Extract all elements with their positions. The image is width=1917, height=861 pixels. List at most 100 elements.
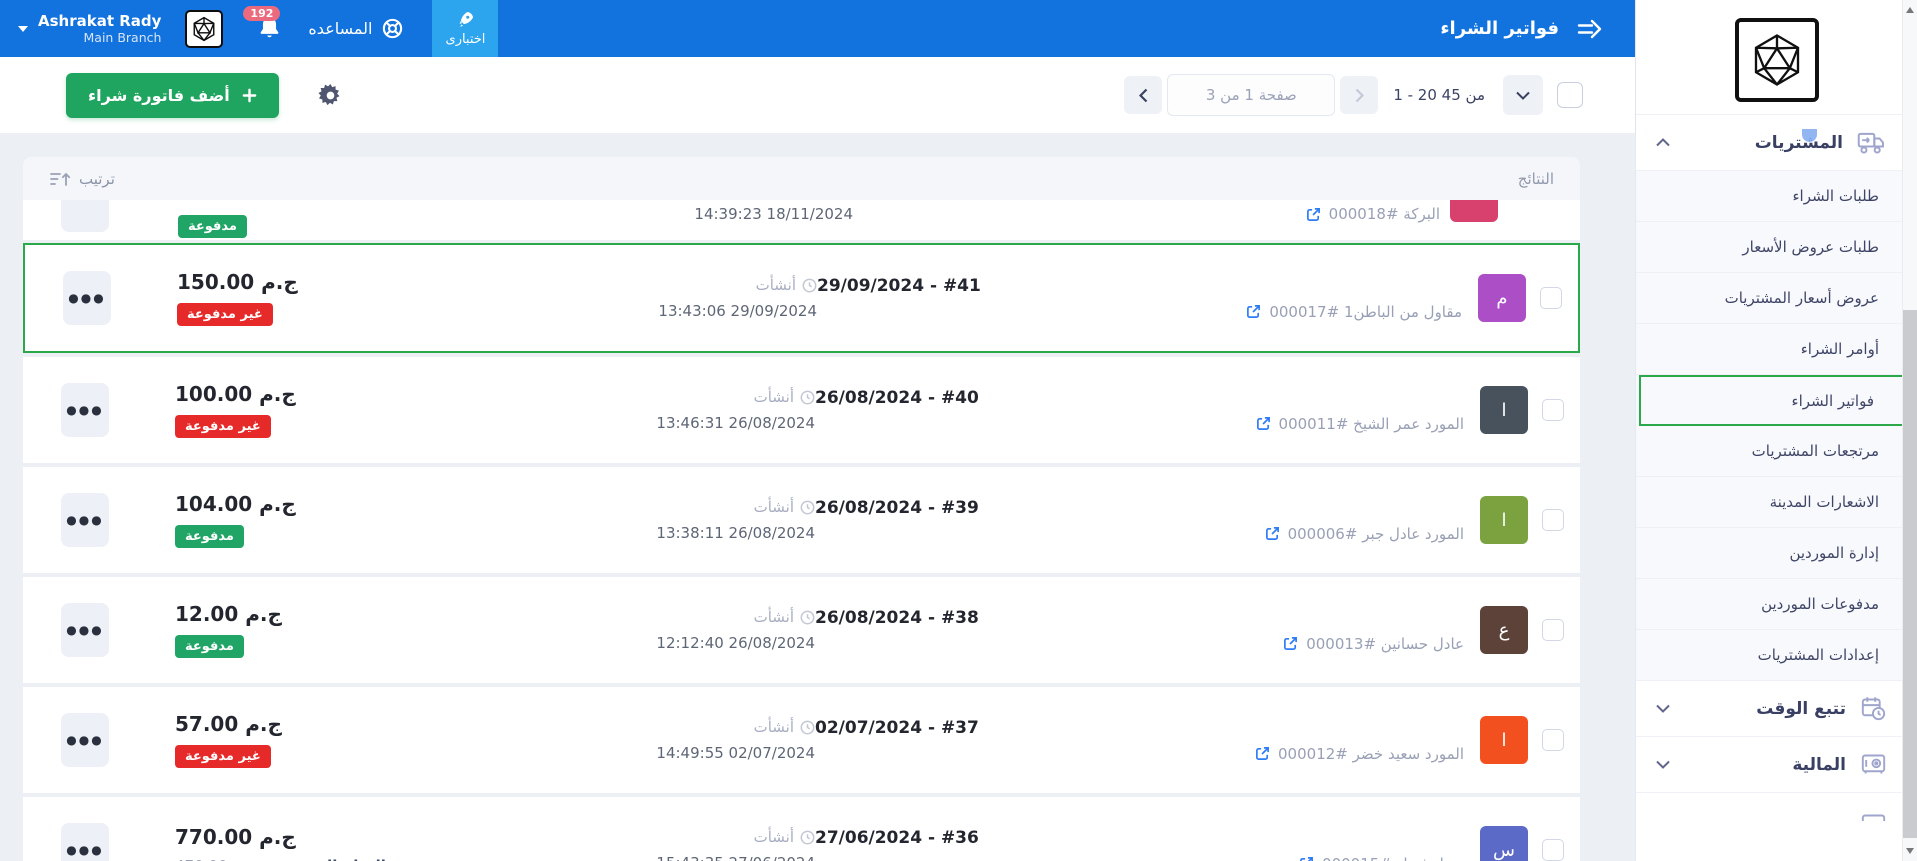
chevron-down-icon bbox=[1656, 760, 1670, 769]
row-checkbox[interactable] bbox=[1542, 619, 1564, 641]
row-actions-button[interactable] bbox=[61, 200, 109, 232]
user-menu[interactable]: Ashrakat Rady Main Branch bbox=[18, 12, 161, 45]
supplier-link[interactable]: المورد سعيد خضر #000012 bbox=[815, 745, 1464, 763]
sidebar-section-time-tracking[interactable]: تتبع الوقت bbox=[1636, 681, 1917, 737]
scrollbar-down-arrow-icon[interactable] bbox=[1906, 848, 1914, 854]
previous-page-button[interactable] bbox=[1124, 76, 1163, 114]
page-scrollbar[interactable] bbox=[1902, 0, 1917, 861]
created-time: 14:49:55 02/07/2024 bbox=[656, 744, 815, 762]
page-indicator[interactable]: صفحة 1 من 3 bbox=[1167, 74, 1336, 116]
due-amount-label: المبلغ المستحق: bbox=[265, 857, 386, 861]
row-checkbox[interactable] bbox=[1540, 287, 1562, 309]
created-time: 14:39:23 18/11/2024 bbox=[694, 205, 853, 223]
bulk-actions-dropdown[interactable] bbox=[1503, 75, 1543, 115]
external-link-icon bbox=[1256, 417, 1270, 430]
row-actions-button[interactable]: ●●● bbox=[61, 823, 109, 861]
invoice-row-40[interactable]: ا 26/08/2024 - #40 المورد عمر الشيخ #000… bbox=[23, 357, 1580, 463]
avatar: س bbox=[1480, 826, 1528, 861]
sidebar-item-debit-notes[interactable]: الاشعارات المدينة bbox=[1636, 477, 1917, 528]
sidebar-item-purchase-orders[interactable]: أوامر الشراء bbox=[1636, 324, 1917, 375]
safe-icon bbox=[1860, 751, 1887, 778]
row-actions-button[interactable]: ●●● bbox=[61, 383, 109, 437]
invoice-row-37[interactable]: ا 02/07/2024 - #37 المورد سعيد خضر #0000… bbox=[23, 687, 1580, 793]
invoice-info: 29/09/2024 - #41 مقاول من الباطن1 #00001… bbox=[817, 276, 1462, 321]
row-checkbox[interactable] bbox=[1542, 729, 1564, 751]
supplier-link[interactable]: المورد عمر الشيخ #000011 bbox=[815, 415, 1464, 433]
sidebar-item-purchase-settings[interactable]: إعدادات المشتريات bbox=[1636, 630, 1917, 681]
notifications-button[interactable]: 192 bbox=[243, 6, 282, 42]
chevron-up-icon bbox=[1656, 138, 1670, 147]
test-mode-tab[interactable]: اختبارى bbox=[432, 0, 499, 57]
created-label: أنشأت bbox=[515, 718, 815, 736]
settings-button[interactable] bbox=[317, 82, 344, 109]
invoice-list-area: النتائج ترتيب مدفوعة 14:39:23 18/11/2024… bbox=[0, 133, 1635, 861]
avatar bbox=[1450, 200, 1498, 222]
supplier-link[interactable]: البركة #000018 bbox=[1306, 205, 1440, 223]
calendar-clock-icon bbox=[1860, 695, 1887, 722]
sort-control[interactable]: ترتيب bbox=[49, 170, 115, 188]
topbar: فواتير الشراء اختبارى المساعده 192 Ashra… bbox=[0, 0, 1635, 57]
chevron-left-icon bbox=[1138, 88, 1148, 102]
chevron-down-icon bbox=[18, 25, 28, 32]
amount-block: 770.00 ج.م المبلغ المستحق: 470.00 ج.م bbox=[175, 825, 386, 861]
invoice-amount: 770.00 ج.م bbox=[175, 825, 296, 849]
row-actions-button[interactable]: ●●● bbox=[61, 493, 109, 547]
invoice-row-36[interactable]: س 27/06/2024 - #36 سعاد فضل #000015 أنشأ… bbox=[23, 797, 1580, 861]
results-card: النتائج ترتيب مدفوعة 14:39:23 18/11/2024… bbox=[23, 157, 1580, 861]
chevron-down-icon bbox=[1516, 91, 1530, 100]
sidebar-item-purchase-quotations[interactable]: عروض أسعار المشتريات bbox=[1636, 273, 1917, 324]
amount-block: 12.00 ج.م مدفوعة bbox=[175, 602, 365, 658]
created-time: 15:43:35 27/06/2024 bbox=[515, 854, 815, 861]
row-actions-button[interactable]: ●●● bbox=[61, 603, 109, 657]
supplier-link[interactable]: عادل حسانين #000013 bbox=[815, 635, 1464, 653]
help-button[interactable]: المساعده bbox=[308, 17, 404, 40]
app-logo-chip[interactable] bbox=[185, 9, 224, 48]
avatar: ا bbox=[1480, 386, 1528, 434]
sidebar-item-purchase-requests[interactable]: طلبات الشراء bbox=[1636, 171, 1917, 222]
row-checkbox[interactable] bbox=[1542, 839, 1564, 861]
created-block: أنشأت 14:49:55 02/07/2024 bbox=[515, 718, 815, 762]
row-checkbox[interactable] bbox=[1542, 509, 1564, 531]
supplier-link[interactable]: المورد عادل جبر #000006 bbox=[815, 525, 1464, 543]
select-all-checkbox[interactable] bbox=[1557, 82, 1583, 108]
scrollbar-up-arrow-icon[interactable] bbox=[1906, 7, 1914, 13]
created-label: أنشأت bbox=[515, 498, 815, 516]
created-label: أنشأت bbox=[515, 388, 815, 406]
invoice-info: 02/07/2024 - #37 المورد سعيد خضر #000012 bbox=[815, 718, 1464, 763]
invoice-row-41[interactable]: م 29/09/2024 - #41 مقاول من الباطن1 #000… bbox=[23, 243, 1580, 353]
scrollbar-thumb[interactable] bbox=[1903, 310, 1917, 838]
invoice-row-partial[interactable]: مدفوعة 14:39:23 18/11/2024 البركة #00001… bbox=[23, 200, 1580, 240]
sidebar-item-quotation-requests[interactable]: طلبات عروض الأسعار bbox=[1636, 222, 1917, 273]
sidebar-section-label: المالية bbox=[1792, 754, 1846, 775]
sidebar-section-finance[interactable]: المالية bbox=[1636, 737, 1917, 793]
created-time: 12:12:40 26/08/2024 bbox=[656, 634, 815, 652]
sidebar-item-supplier-payments[interactable]: مدفوعات الموردين bbox=[1636, 579, 1917, 630]
sidebar-item-purchase-returns[interactable]: مرتجعات المشتريات bbox=[1636, 426, 1917, 477]
next-page-button[interactable] bbox=[1340, 76, 1379, 114]
sidebar-item-purchase-invoices-active[interactable]: فواتير الشراء bbox=[1639, 375, 1914, 426]
invoice-amount: 104.00 ج.م bbox=[175, 492, 296, 516]
sidebar-section-cut-off[interactable] bbox=[1636, 793, 1917, 821]
supplier-link[interactable]: مقاول من الباطن1 #000017 bbox=[817, 303, 1462, 321]
invoice-title: 27/06/2024 - #36 bbox=[815, 827, 979, 848]
row-actions-button[interactable]: ●●● bbox=[61, 713, 109, 767]
created-time: 13:43:06 29/09/2024 bbox=[658, 302, 817, 320]
add-purchase-invoice-button[interactable]: أضف فاتورة شراء bbox=[66, 72, 279, 118]
icosahedron-logo-icon bbox=[1754, 34, 1799, 86]
supplier-link[interactable]: سعاد فضل #000015 bbox=[815, 855, 1464, 861]
external-link-icon bbox=[1300, 857, 1313, 861]
add-button-label: أضف فاتورة شراء bbox=[88, 85, 230, 105]
sidebar-section-purchases[interactable]: المشتريات bbox=[1636, 115, 1917, 171]
row-actions-button[interactable]: ●●● bbox=[63, 271, 111, 325]
amount-block: 150.00 ج.م غير مدفوعة bbox=[177, 270, 367, 326]
results-range-label: 1 - 20 من 45 bbox=[1393, 86, 1485, 104]
sidebar-collapse-icon[interactable] bbox=[1575, 18, 1605, 40]
toolbar: 1 - 20 من 45 صفحة 1 من 3 أضف فاتورة شراء bbox=[0, 57, 1635, 133]
sidebar-item-supplier-management[interactable]: إدارة الموردين bbox=[1636, 528, 1917, 579]
app-window: المشتريات طلبات الشراء طلبات عروض الأسعا… bbox=[0, 0, 1917, 861]
lifebuoy-icon bbox=[383, 18, 403, 39]
invoice-row-39[interactable]: ا 26/08/2024 - #39 المورد عادل جبر #0000… bbox=[23, 467, 1580, 573]
row-checkbox[interactable] bbox=[1542, 399, 1564, 421]
invoice-row-38[interactable]: ع 26/08/2024 - #38 عادل حسانين #000013 أ… bbox=[23, 577, 1580, 683]
clock-icon bbox=[800, 500, 815, 514]
